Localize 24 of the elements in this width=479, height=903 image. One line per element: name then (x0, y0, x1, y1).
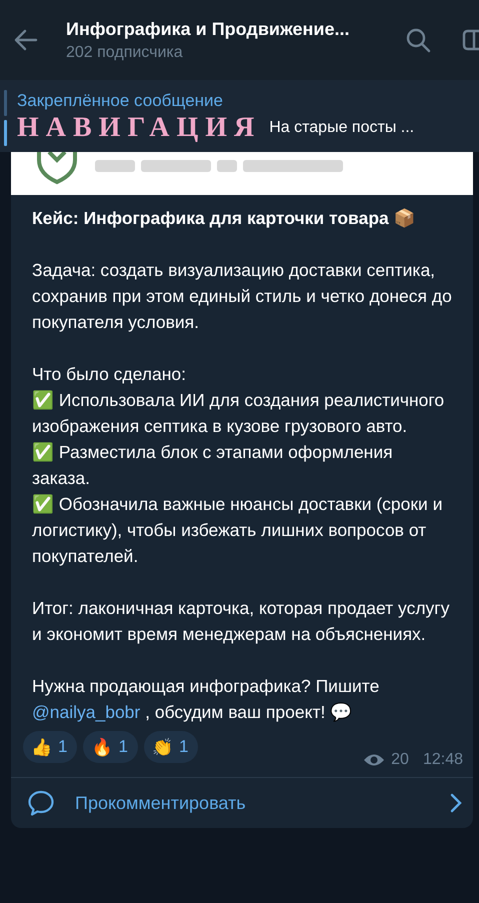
message-text: Итог: лаконичная карточка, которая продает услугу и экономит время менеджерам на объяснениях. (32, 597, 450, 646)
message-text: ✅ Использовала ИИ для создания реалистичного изображения септика в кузове грузового авто. (32, 389, 446, 438)
view-count: 20 (391, 751, 409, 769)
message-time: 12:48 (422, 751, 463, 769)
pinned-heading: НАВИГАЦИЯ (17, 113, 262, 143)
username-link[interactable]: @nailya_bobr (32, 702, 140, 722)
comment-button[interactable]: Прокомментировать (11, 778, 473, 828)
message-text: Нужна продающая инфографика? Пишите @nailya_bobr , обсудим ваш проект! 💬 (32, 675, 380, 724)
pinned-preview: На старые посты ... (269, 119, 414, 137)
speech-bubble-icon (27, 789, 55, 817)
chevron-icon (449, 792, 463, 814)
post-title: Кейс: Инфографика для карточки товара 📦 (32, 207, 417, 230)
reaction-button[interactable]: 👏 1 (144, 731, 198, 763)
search-icon[interactable] (404, 26, 432, 54)
channel-title: Инфографика и Продвижение... (66, 18, 350, 40)
reaction-button[interactable]: 🔥 1 (83, 731, 138, 763)
reaction-button[interactable]: 👍 1 (23, 731, 78, 763)
message-text: ✅ Обозначила важные нюансы доставки (сроки и логистику), чтобы избежать лишних вопросов от покупателей. (32, 493, 444, 568)
message-text: ✅ Разместила блок с этапами оформления заказа. (32, 441, 394, 490)
message-text: Задача: создать визуализацию доставки септика, сохранив при этом единый стиль и четко донеся до покупателя условия. (32, 259, 453, 334)
pinned-label[interactable]: Закреплённое сообщение (17, 91, 414, 111)
subscriber-count: 202 подписчика (66, 44, 184, 62)
message-text: Что было сделано: (32, 363, 187, 386)
eye-icon (363, 753, 386, 767)
